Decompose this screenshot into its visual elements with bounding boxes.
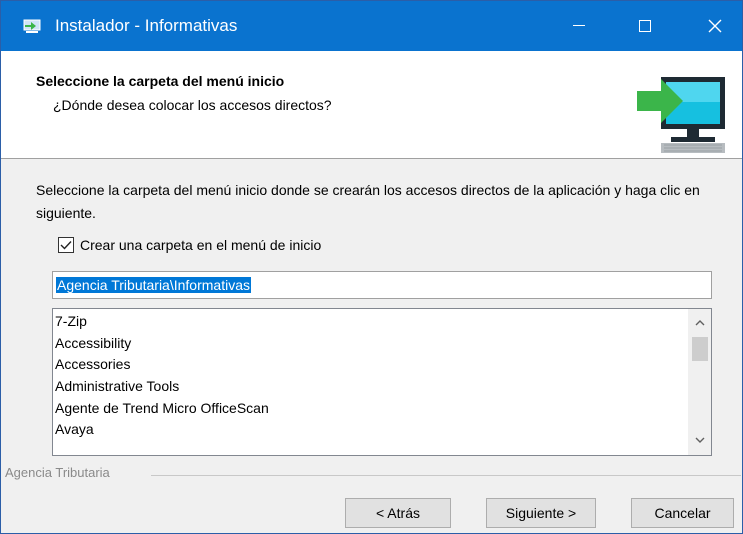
vertical-scrollbar[interactable]	[688, 309, 711, 455]
list-item[interactable]: Agente de Trend Micro OfficeScan	[55, 398, 269, 420]
maximize-button[interactable]	[622, 1, 668, 51]
list-item[interactable]: 7-Zip	[55, 311, 269, 333]
window-title: Instalador - Informativas	[55, 16, 238, 35]
wizard-header: Seleccione la carpeta del menú inicio ¿D…	[1, 51, 742, 159]
installer-window: Instalador - Informativas Seleccione la …	[0, 0, 743, 534]
create-folder-checkbox-label: Crear una carpeta en el menú de inicio	[80, 237, 322, 253]
brand-label: Agencia Tributaria	[5, 465, 114, 480]
list-item[interactable]: Accessibility	[55, 333, 269, 355]
folder-name-value: Agencia Tributaria\Informativas	[56, 277, 251, 293]
create-folder-checkbox-row[interactable]: Crear una carpeta en el menú de inicio	[58, 235, 321, 255]
create-folder-checkbox[interactable]	[58, 237, 74, 253]
cancel-button[interactable]: Cancelar	[631, 498, 734, 528]
folder-list-items: 7-Zip Accessibility Accessories Administ…	[55, 311, 269, 441]
title-bar[interactable]: Instalador - Informativas	[1, 1, 742, 51]
folder-name-input[interactable]: Agencia Tributaria\Informativas	[52, 271, 712, 299]
chevron-down-icon	[695, 437, 705, 443]
back-button[interactable]: < Atrás	[345, 498, 451, 528]
maximize-icon	[639, 20, 651, 32]
list-item[interactable]: Administrative Tools	[55, 376, 269, 398]
close-icon	[708, 19, 722, 33]
close-button[interactable]	[692, 1, 738, 51]
list-item[interactable]: Accessories	[55, 354, 269, 376]
scroll-up-button[interactable]	[689, 314, 711, 332]
instructions-text: Seleccione la carpeta del menú inicio do…	[36, 182, 700, 221]
minimize-icon	[573, 25, 585, 26]
page-subtitle: ¿Dónde desea colocar los accesos directo…	[53, 97, 332, 113]
chevron-up-icon	[695, 320, 705, 326]
monitor-arrow-icon	[637, 77, 725, 153]
list-item[interactable]: Avaya	[55, 419, 269, 441]
scroll-down-button[interactable]	[689, 431, 711, 449]
installer-app-icon	[23, 19, 41, 33]
scroll-thumb[interactable]	[692, 337, 708, 361]
footer-divider	[151, 475, 741, 476]
start-menu-folder-list[interactable]: 7-Zip Accessibility Accessories Administ…	[52, 308, 712, 456]
minimize-button[interactable]	[556, 1, 602, 51]
next-button[interactable]: Siguiente >	[486, 498, 596, 528]
page-title: Seleccione la carpeta del menú inicio	[36, 73, 285, 89]
checkmark-icon	[60, 241, 72, 250]
